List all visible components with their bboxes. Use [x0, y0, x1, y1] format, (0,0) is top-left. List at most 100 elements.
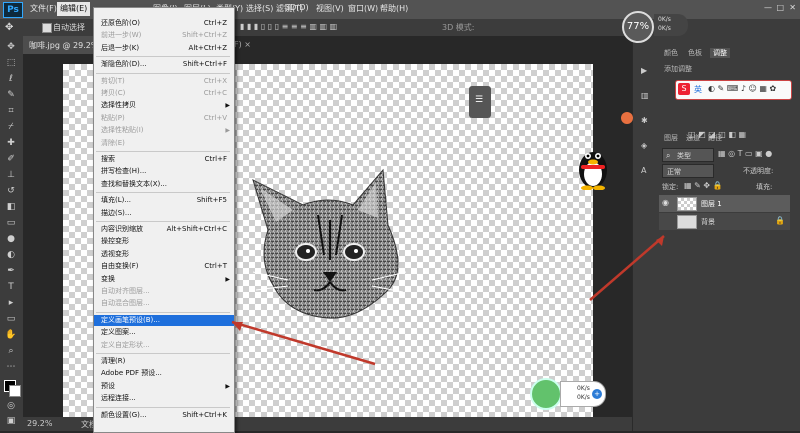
screen-mode-icon[interactable]: ▣: [4, 416, 18, 426]
filter-icons[interactable]: ▦ ◎ T ▭ ▣ ●: [718, 149, 772, 158]
menu-view[interactable]: 视图(V): [316, 3, 344, 14]
stamp-icon[interactable]: ⊥: [4, 170, 18, 180]
menu-item[interactable]: 查找和替换文本(X)...: [94, 179, 234, 190]
tab-paths[interactable]: 路径: [708, 133, 722, 143]
menu-item[interactable]: 变换 ▶: [94, 274, 234, 285]
pen-icon[interactable]: ✒: [4, 266, 18, 276]
menu-item[interactable]: 还原色阶(O) Ctrl+Z: [94, 18, 234, 29]
menu-item[interactable]: 自由变换(F) Ctrl+T: [94, 261, 234, 272]
speed-monitor-panel: 0K/s 0K/s: [654, 14, 688, 36]
menu-item[interactable]: 远程连接...: [94, 393, 234, 404]
orange-badge-icon[interactable]: [621, 112, 633, 124]
tab-channels[interactable]: 通道: [686, 133, 700, 143]
eraser-icon[interactable]: ◧: [4, 202, 18, 212]
layer-row[interactable]: 背景 🔒: [659, 213, 790, 230]
menu-item[interactable]: 操控变形: [94, 236, 234, 247]
menu-item[interactable]: 渐隐色阶(D)... Shift+Ctrl+F: [94, 59, 234, 70]
menu-separator: [96, 56, 230, 58]
lock-icons[interactable]: ▦ ✎ ✥ 🔒: [684, 181, 723, 190]
hand-icon[interactable]: ✋: [4, 330, 18, 340]
zoom-readout[interactable]: 29.2%: [27, 419, 52, 428]
menu-item[interactable]: 填充(L)... Shift+F5: [94, 195, 234, 206]
layer-row[interactable]: ◉ 图层 1: [659, 195, 790, 212]
eyedropper-icon[interactable]: ⌿: [4, 122, 18, 132]
menu-item[interactable]: 颜色设置(G)... Shift+Ctrl+K: [94, 410, 234, 421]
menu-item[interactable]: 搜索 Ctrl+F: [94, 154, 234, 165]
menu-item[interactable]: 描边(S)...: [94, 208, 234, 219]
background-color-swatch[interactable]: [9, 385, 21, 397]
qq-penguin-icon[interactable]: [575, 142, 611, 190]
menu-item-label: 剪切(T): [101, 76, 125, 85]
menu-item[interactable]: 透视变形: [94, 249, 234, 260]
menu-item-label: 清理(R): [101, 357, 126, 365]
speed-monitor-ball-green[interactable]: [530, 378, 562, 410]
text-panel-icon[interactable]: A: [641, 166, 646, 175]
menu-item[interactable]: 选择性拷贝 ▶: [94, 100, 234, 111]
shape-icon[interactable]: ▭: [4, 314, 18, 324]
layer-filter-select[interactable]: ⌕ 类型: [662, 148, 714, 162]
zoom-icon[interactable]: ⌕: [4, 346, 18, 356]
floating-mini-panel[interactable]: ☰: [469, 86, 491, 118]
lasso-icon[interactable]: ℓ: [4, 74, 18, 84]
crop-icon[interactable]: ⌗: [4, 106, 18, 116]
menu-item[interactable]: 预设 ▶: [94, 381, 234, 392]
menu-item-label: 操控变形: [101, 237, 129, 246]
ime-toolbar[interactable]: S 英 ◐ ✎ ⌨ ♪ ☺ ▦ ✿: [675, 80, 792, 100]
tab-color[interactable]: 颜色: [664, 48, 678, 58]
tab-adjustments[interactable]: 调整: [710, 48, 730, 58]
auto-select-checkbox[interactable]: [42, 23, 52, 33]
document-tab-suffix: F) ×: [234, 40, 251, 49]
menu-help[interactable]: 帮助(H): [380, 3, 408, 14]
blur-icon[interactable]: ●: [4, 234, 18, 244]
tab-swatches[interactable]: 色板: [688, 48, 702, 58]
healing-icon[interactable]: ✚: [4, 138, 18, 148]
visibility-eye-icon[interactable]: ◉: [662, 198, 669, 207]
text-icon[interactable]: T: [4, 282, 18, 292]
menu-item[interactable]: 后退一步(K) Alt+Ctrl+Z: [94, 43, 234, 54]
quick-mask-icon[interactable]: ◎: [4, 401, 18, 411]
settings-icon[interactable]: ✱: [641, 116, 648, 125]
quick-select-icon[interactable]: ✎: [4, 90, 18, 100]
move-tool-icon[interactable]: ✥: [5, 22, 13, 33]
menu-item[interactable]: Adobe PDF 预设...: [94, 368, 234, 379]
history-brush-icon[interactable]: ↺: [4, 186, 18, 196]
ime-mode[interactable]: 英: [694, 84, 702, 95]
swatch-icon[interactable]: ▥: [641, 91, 649, 100]
menu-item[interactable]: 拼写检查(H)...: [94, 166, 234, 177]
path-select-icon[interactable]: ▸: [4, 298, 18, 308]
menu-3d[interactable]: 3D(D): [285, 3, 309, 12]
layers-panel-icon[interactable]: ◈: [641, 141, 647, 150]
menu-item: 选择性粘贴(I) ▶: [94, 125, 234, 136]
brush-icon[interactable]: ✐: [4, 154, 18, 164]
visibility-off-box[interactable]: [662, 216, 670, 224]
menu-item-label: 拼写检查(H)...: [101, 167, 147, 176]
play-icon[interactable]: ▶: [641, 66, 647, 75]
menu-select[interactable]: 选择(S): [246, 3, 273, 14]
menu-window[interactable]: 窗口(W): [348, 3, 378, 14]
cat-image: [252, 168, 407, 319]
menu-item[interactable]: 定义画笔预设(B)...: [94, 314, 234, 326]
menu-edit[interactable]: 编辑(E): [57, 2, 91, 16]
menu-item[interactable]: 定义图案...: [94, 327, 234, 338]
close-icon[interactable]: ✕: [789, 3, 796, 12]
move-icon[interactable]: ✥: [4, 42, 18, 52]
more-tools-icon[interactable]: ⋯: [4, 362, 18, 372]
tab-layers[interactable]: 图层: [664, 133, 678, 143]
photoshop-logo: Ps: [3, 2, 23, 18]
align-icons[interactable]: ▮ ▮ ▮ ▯ ▯ ▯ ≡ ≡ ≡ ▥ ▥ ▥: [240, 22, 337, 31]
panel-icon-strip: ▶ ▥ ✱ ◈ A: [632, 36, 659, 431]
maximize-icon[interactable]: □: [776, 3, 784, 12]
menu-file[interactable]: 文件(F): [30, 3, 57, 14]
gradient-icon[interactable]: ▭: [4, 218, 18, 228]
ime-icons[interactable]: ◐ ✎ ⌨ ♪ ☺ ▦ ✿: [708, 84, 776, 93]
menu-item[interactable]: 内容识别缩放 Alt+Shift+Ctrl+C: [94, 224, 234, 235]
plus-icon[interactable]: +: [592, 389, 602, 399]
minimize-icon[interactable]: —: [764, 3, 772, 12]
speed-monitor-ball[interactable]: 77%: [622, 11, 654, 43]
menu-item[interactable]: 清理(R): [94, 356, 234, 367]
menu-item-label: 自动对齐图层...: [101, 287, 150, 295]
dodge-icon[interactable]: ◐: [4, 250, 18, 260]
download-speed-2: 0K/s: [577, 394, 590, 401]
marquee-icon[interactable]: ⬚: [4, 58, 18, 68]
blend-mode-select[interactable]: 正常: [662, 164, 714, 178]
